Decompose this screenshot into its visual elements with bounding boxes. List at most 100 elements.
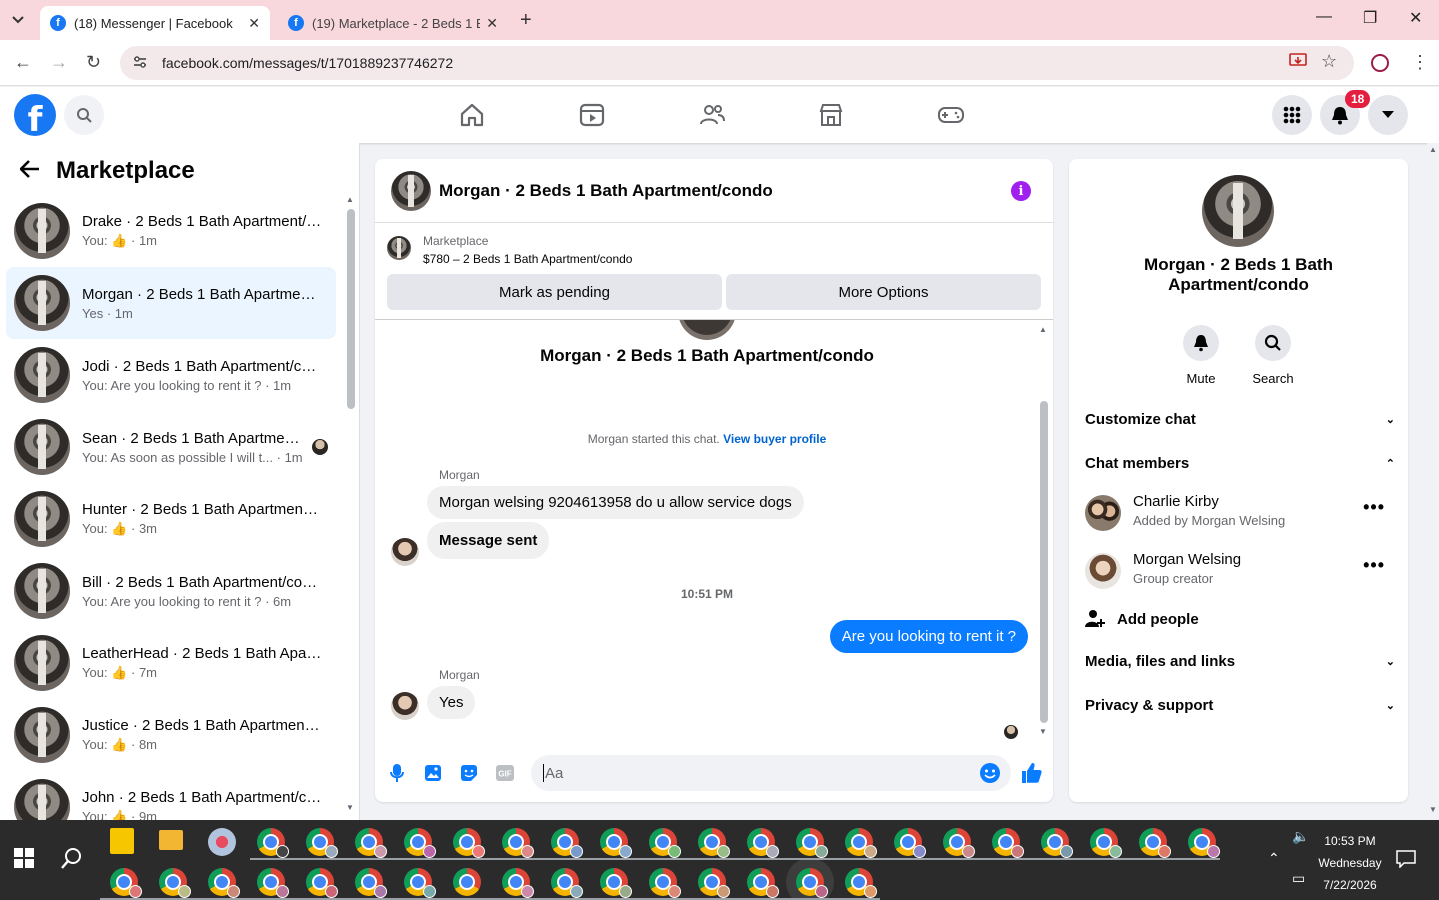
chrome-app-icon[interactable] <box>943 828 975 858</box>
chrome-app-icon[interactable] <box>404 868 436 898</box>
chrome-app-icon[interactable] <box>845 828 877 858</box>
add-people-button[interactable]: Add people <box>1085 609 1199 629</box>
video-icon[interactable] <box>578 101 606 129</box>
minimize-button[interactable]: — <box>1316 8 1332 26</box>
close-tab-icon[interactable]: ✕ <box>248 15 260 32</box>
scrollbar-thumb[interactable] <box>1040 401 1048 723</box>
scroll-up-arrow-icon[interactable]: ▲ <box>1429 145 1437 154</box>
chrome-app-icon[interactable] <box>110 868 142 898</box>
menu-grid-button[interactable] <box>1272 95 1312 135</box>
chat-member-row[interactable]: Morgan Welsing Group creator ••• <box>1085 549 1395 595</box>
tab-search-button[interactable] <box>6 8 30 32</box>
conversation-item[interactable]: Justice · 2 Beds 1 Bath Apartment/condo … <box>6 699 336 771</box>
chrome-app-icon[interactable] <box>159 868 191 898</box>
chrome-app-icon[interactable] <box>649 868 681 898</box>
tab-messenger[interactable]: f (18) Messenger | Facebook ✕ <box>40 6 270 40</box>
chrome-app-icon[interactable] <box>698 868 730 898</box>
action-center-icon[interactable] <box>1396 850 1416 868</box>
chrome-app-icon[interactable] <box>404 828 436 858</box>
chrome-app-icon[interactable] <box>306 868 338 898</box>
member-name[interactable]: Morgan Welsing <box>1133 551 1241 568</box>
chrome-app-icon[interactable] <box>551 828 583 858</box>
home-icon[interactable] <box>458 101 486 129</box>
restore-button[interactable]: ❐ <box>1363 8 1377 28</box>
emoji-icon[interactable] <box>979 762 1001 784</box>
facebook-search-button[interactable] <box>64 95 104 135</box>
forward-button[interactable]: → <box>50 52 68 73</box>
site-settings-icon[interactable] <box>132 55 148 72</box>
outgoing-message[interactable]: Are you looking to rent it ? <box>829 620 1028 653</box>
message-input[interactable]: Aa <box>531 755 1011 791</box>
scroll-down-arrow-icon[interactable]: ▼ <box>346 803 354 812</box>
chrome-app-icon[interactable] <box>796 828 828 858</box>
chrome-app-icon[interactable] <box>600 828 632 858</box>
listing-thumbnail[interactable] <box>387 236 411 260</box>
chat-title[interactable]: Morgan · 2 Beds 1 Bath Apartment/condo <box>439 181 773 201</box>
thumbs-up-send-icon[interactable] <box>1019 761 1043 785</box>
member-avatar[interactable] <box>1085 553 1121 589</box>
chrome-app-icon[interactable] <box>453 868 481 896</box>
chrome-app-icon[interactable] <box>747 868 779 898</box>
scrollbar-thumb[interactable] <box>347 209 355 409</box>
reload-button[interactable]: ↻ <box>86 52 101 73</box>
sender-avatar[interactable] <box>391 538 419 566</box>
chrome-app-icon[interactable] <box>1139 828 1171 858</box>
chrome-app-icon[interactable] <box>208 868 240 898</box>
customize-chat-toggle[interactable]: Customize chat ⌄ <box>1085 411 1395 428</box>
chrome-app-icon[interactable] <box>355 828 387 858</box>
close-tab-icon[interactable]: ✕ <box>486 15 498 32</box>
conversation-item[interactable]: Jodi · 2 Beds 1 Bath Apartment/condo You… <box>6 339 336 411</box>
incoming-message[interactable]: Yes <box>427 686 476 719</box>
chat-avatar[interactable] <box>391 170 431 211</box>
scroll-up-arrow-icon[interactable]: ▲ <box>1039 325 1047 334</box>
paint-app-icon[interactable] <box>208 828 236 856</box>
chrome-app-icon[interactable] <box>845 868 877 898</box>
conversation-item[interactable]: John · 2 Beds 1 Bath Apartment/condo You… <box>6 771 336 820</box>
chrome-app-icon[interactable] <box>1090 828 1122 858</box>
chrome-app-icon[interactable] <box>894 828 926 858</box>
chrome-app-icon-active[interactable] <box>796 868 828 898</box>
gif-icon[interactable]: GIF <box>495 763 515 783</box>
conversation-item[interactable]: Hunter · 2 Beds 1 Bath Apartment/condo Y… <box>6 483 336 555</box>
privacy-support-toggle[interactable]: Privacy & support ⌄ <box>1085 697 1395 714</box>
scroll-down-arrow-icon[interactable]: ▼ <box>1039 727 1047 736</box>
chat-member-row[interactable]: Charlie Kirby Added by Morgan Welsing ••… <box>1085 491 1395 537</box>
microphone-icon[interactable] <box>387 763 407 783</box>
chrome-app-icon[interactable] <box>698 828 730 858</box>
friends-icon[interactable] <box>698 101 726 129</box>
chrome-app-icon[interactable] <box>551 868 583 898</box>
listing-price-title[interactable]: $780 – 2 Beds 1 Bath Apartment/condo <box>423 252 632 266</box>
marketplace-icon[interactable] <box>817 101 845 129</box>
mute-button[interactable]: Mute <box>1171 325 1231 386</box>
sticker-icon[interactable] <box>459 763 479 783</box>
chrome-app-icon[interactable] <box>1041 828 1073 858</box>
conversation-item[interactable]: Morgan · 2 Beds 1 Bath Apartment/condo Y… <box>6 267 336 339</box>
sender-avatar[interactable] <box>391 692 419 720</box>
member-avatar[interactable] <box>1085 495 1121 531</box>
chrome-app-icon[interactable] <box>355 868 387 898</box>
back-arrow-icon[interactable] <box>19 157 40 185</box>
chrome-app-icon[interactable] <box>257 868 289 898</box>
more-options-button[interactable]: More Options <box>726 274 1041 310</box>
tab-marketplace[interactable]: f (19) Marketplace - 2 Beds 1 Bath ✕ <box>278 6 508 40</box>
incoming-message[interactable]: Morgan welsing 9204613958 do u allow ser… <box>427 486 804 519</box>
scroll-down-arrow-icon[interactable]: ▼ <box>1429 805 1437 814</box>
photo-icon[interactable] <box>423 763 443 783</box>
back-button[interactable]: ← <box>14 52 32 73</box>
view-buyer-profile-link[interactable]: View buyer profile <box>723 432 826 446</box>
chrome-app-icon[interactable] <box>502 828 534 858</box>
incoming-message[interactable]: Message sent <box>427 522 550 559</box>
member-name[interactable]: Charlie Kirby <box>1133 493 1219 510</box>
chat-details-avatar[interactable] <box>1202 175 1274 247</box>
system-clock[interactable]: 10:53 PM Wednesday 7/22/2026 <box>1300 830 1400 896</box>
page-scrollbar[interactable]: ▲ ▼ <box>1427 143 1439 820</box>
account-menu-button[interactable] <box>1368 95 1408 135</box>
conversation-item[interactable]: LeatherHead · 2 Beds 1 Bath Apartment/co… <box>6 627 336 699</box>
chrome-app-icon[interactable] <box>747 828 779 858</box>
conversation-item[interactable]: Sean · 2 Beds 1 Bath Apartment/condo You… <box>6 411 336 483</box>
close-window-button[interactable]: ✕ <box>1409 8 1422 28</box>
chrome-app-icon[interactable] <box>453 828 485 858</box>
url-field[interactable]: facebook.com/messages/t/1701889237746272 <box>120 46 1354 80</box>
media-files-links-toggle[interactable]: Media, files and links ⌄ <box>1085 653 1395 670</box>
windows-start-icon[interactable] <box>14 848 34 868</box>
